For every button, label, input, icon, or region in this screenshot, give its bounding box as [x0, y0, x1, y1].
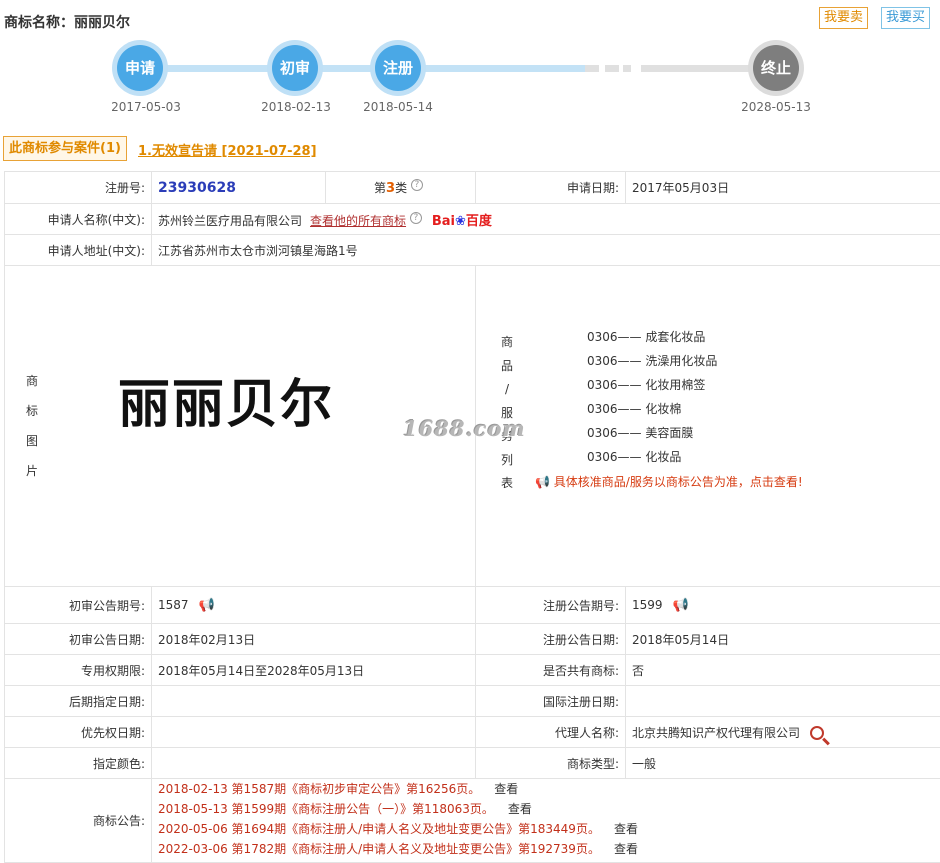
- color-label: 指定颜色:: [5, 748, 152, 779]
- goods-item: 0306—— 美容面膜: [587, 424, 717, 448]
- goods-item: 0306—— 化妆品: [587, 448, 717, 472]
- type-value: 一般: [626, 748, 940, 779]
- search-icon[interactable]: [810, 726, 824, 740]
- timeline-dash: [623, 65, 631, 72]
- later-date-label: 后期指定日期:: [5, 686, 152, 717]
- view-link[interactable]: 查看: [614, 842, 638, 856]
- all-marks-link[interactable]: 查看他的所有商标: [310, 214, 406, 228]
- megaphone-icon[interactable]: 📢: [673, 598, 689, 613]
- timeline-dash: [585, 65, 599, 72]
- class-number: 3: [386, 181, 395, 196]
- view-link[interactable]: 查看: [614, 822, 638, 836]
- agent-name: 北京共腾知识产权代理有限公司: [632, 726, 800, 740]
- timeline-date: 2018-05-14: [353, 100, 443, 114]
- intl-date-label: 国际注册日期:: [476, 686, 626, 717]
- goods-item: 0306—— 洗澡用化妆品: [587, 352, 717, 376]
- color-value: [152, 748, 476, 779]
- timeline-node-end: 终止: [748, 40, 804, 96]
- goods-label: 商品/服务列表: [500, 331, 514, 496]
- priority-label: 优先权日期:: [5, 717, 152, 748]
- buy-button[interactable]: 我要买: [881, 7, 930, 29]
- reg-issue: 1599: [632, 598, 663, 612]
- apply-date-label: 申请日期:: [476, 172, 626, 204]
- reg-date-label: 注册公告日期:: [476, 624, 626, 655]
- goods-list: 0306—— 成套化妆品 0306—— 洗澡用化妆品 0306—— 化妆用棉签 …: [587, 328, 717, 472]
- prelim-issue: 1587: [158, 598, 189, 612]
- prelim-issue-label: 初审公告期号:: [5, 587, 152, 624]
- megaphone-icon[interactable]: 📢: [199, 598, 215, 613]
- applicant-address: 江苏省苏州市太仓市浏河镇星海路1号: [152, 235, 940, 266]
- applicant-label: 申请人名称(中文):: [5, 204, 152, 235]
- timeline-node-apply: 申请: [112, 40, 168, 96]
- class-suffix: 类: [395, 181, 407, 195]
- sell-button[interactable]: 我要卖: [819, 7, 868, 29]
- reg-no: 23930628: [158, 180, 236, 196]
- help-icon[interactable]: ?: [411, 179, 423, 191]
- shared-value: 否: [626, 655, 940, 686]
- type-label: 商标类型:: [476, 748, 626, 779]
- timeline-progress-line: [140, 65, 585, 72]
- exclusive-label: 专用权期限:: [5, 655, 152, 686]
- paw-icon: ❀: [455, 214, 466, 229]
- reg-no-label: 注册号:: [5, 172, 152, 204]
- later-date: [152, 686, 476, 717]
- announcement-item: 2018-05-13 第1599期《商标注册公告（一）》第118063页。查看: [158, 799, 936, 819]
- timeline-date: 2018-02-13: [251, 100, 341, 114]
- view-link[interactable]: 查看: [494, 782, 518, 796]
- goods-note-link[interactable]: 📢 具体核准商品/服务以商标公告为准，点击查看!: [535, 473, 803, 490]
- timeline-node-register: 注册: [370, 40, 426, 96]
- address-label: 申请人地址(中文):: [5, 235, 152, 266]
- timeline-date: 2028-05-13: [731, 100, 821, 114]
- announcement-item: 2020-05-06 第1694期《商标注册人/申请人名义及地址变更公告》第18…: [158, 819, 936, 839]
- view-link[interactable]: 查看: [508, 802, 532, 816]
- goods-item: 0306—— 成套化妆品: [587, 328, 717, 352]
- case-link[interactable]: 1.无效宣告请 [2021-07-28]: [138, 140, 317, 159]
- announcement-label: 商标公告:: [5, 779, 152, 863]
- agent-label: 代理人名称:: [476, 717, 626, 748]
- trademark-image: 丽丽贝尔: [118, 362, 334, 437]
- intl-date: [626, 686, 940, 717]
- apply-date: 2017年05月03日: [626, 172, 940, 204]
- baidu-search-button[interactable]: Bai❀百度: [432, 214, 492, 229]
- mark-image-label: 商标图片: [25, 366, 39, 486]
- prelim-date: 2018年02月13日: [152, 624, 476, 655]
- reg-issue-label: 注册公告期号:: [476, 587, 626, 624]
- goods-item: 0306—— 化妆棉: [587, 400, 717, 424]
- page-title: 商标名称：丽丽贝尔: [4, 12, 130, 32]
- prelim-date-label: 初审公告日期:: [5, 624, 152, 655]
- case-tab[interactable]: 此商标参与案件(1): [3, 136, 127, 161]
- timeline-date: 2017-05-03: [101, 100, 191, 114]
- trademark-detail-table: 注册号: 23930628 第3类 ? 申请日期: 2017年05月03日 申请…: [4, 171, 940, 863]
- applicant-name: 苏州铃兰医疗用品有限公司: [158, 214, 302, 228]
- announcement-item: 2018-02-13 第1587期《商标初步审定公告》第16256页。查看: [158, 779, 936, 799]
- goods-item: 0306—— 化妆用棉签: [587, 376, 717, 400]
- megaphone-icon: 📢: [535, 475, 550, 489]
- class-prefix: 第: [374, 181, 386, 195]
- watermark: 1688.com: [403, 416, 526, 441]
- timeline-dash: [605, 65, 619, 72]
- timeline-node-prelim: 初审: [267, 40, 323, 96]
- priority-date: [152, 717, 476, 748]
- shared-label: 是否共有商标:: [476, 655, 626, 686]
- announcement-item: 2022-03-06 第1782期《商标注册人/申请人名义及地址变更公告》第19…: [158, 839, 936, 859]
- reg-date: 2018年05月14日: [626, 624, 940, 655]
- exclusive-period: 2018年05月14日至2028年05月13日: [152, 655, 476, 686]
- help-icon[interactable]: ?: [410, 212, 422, 224]
